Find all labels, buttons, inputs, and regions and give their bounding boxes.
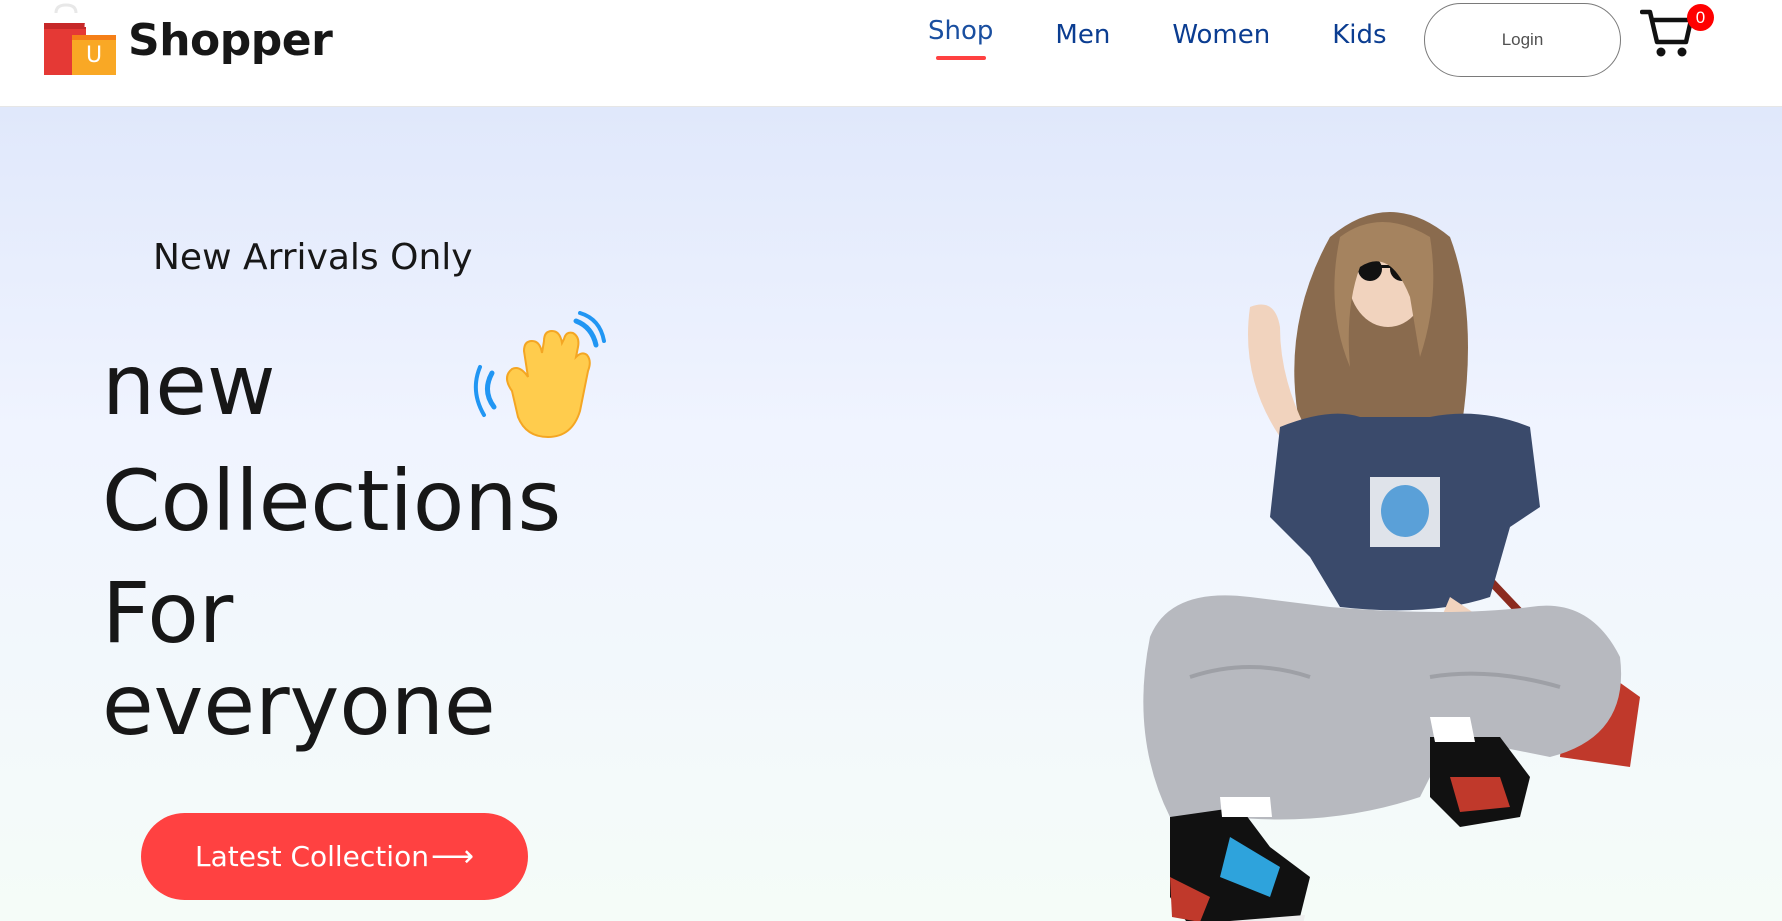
nav-item-women[interactable]: Women [1172, 20, 1270, 50]
hero-line-new: new [102, 336, 276, 434]
hero-line-everyone: everyone [102, 656, 496, 754]
hero-section: New Arrivals Only new Collections For ev… [0, 107, 1782, 921]
active-indicator [936, 56, 986, 60]
site-header: U Shopper Shop Men Women Kids Login 0 [0, 0, 1782, 107]
bag-letter: U [86, 43, 103, 68]
brand-name: Shopper [128, 14, 333, 66]
login-button[interactable]: Login [1424, 3, 1621, 77]
nav-item-label: Kids [1332, 20, 1387, 50]
cart-icon[interactable] [1639, 8, 1694, 60]
cart-count-badge: 0 [1687, 4, 1714, 31]
latest-collection-button[interactable]: Latest Collection ⟶ [141, 813, 528, 900]
nav-item-label: Women [1172, 20, 1271, 50]
hero-eyebrow: New Arrivals Only [153, 237, 473, 278]
hero-model-image [1130, 177, 1690, 921]
waving-hand-icon [472, 311, 606, 443]
hero-line-for: For [102, 564, 234, 662]
cta-label: Latest Collection [195, 840, 429, 873]
hero-line-collections: Collections [102, 452, 562, 550]
nav-item-men[interactable]: Men [1055, 20, 1110, 50]
nav-item-label: Men [1055, 20, 1111, 50]
arrow-right-icon: ⟶ [430, 839, 474, 874]
nav-item-shop[interactable]: Shop [928, 16, 994, 60]
logo[interactable]: U Shopper [42, 0, 333, 80]
nav-item-kids[interactable]: Kids [1332, 20, 1386, 50]
main-nav: Shop Men Women Kids [928, 16, 1387, 60]
nav-item-label: Shop [928, 16, 994, 46]
shopping-bag-logo-icon: U [42, 3, 118, 77]
